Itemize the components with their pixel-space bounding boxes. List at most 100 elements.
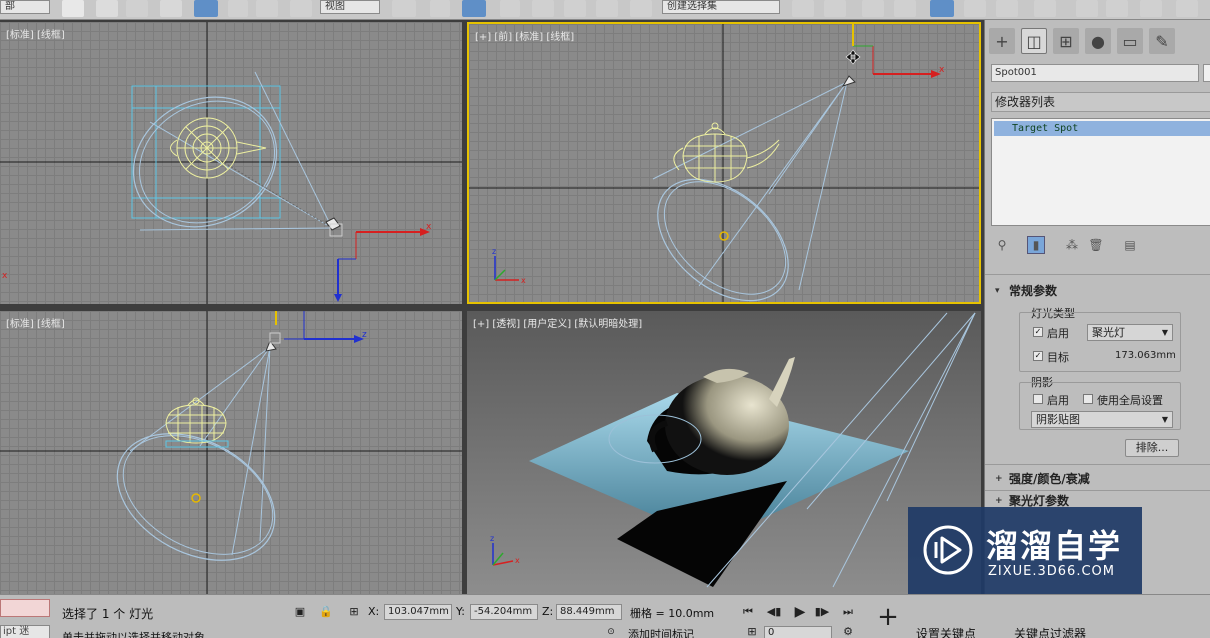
isolate-selection-icon[interactable]: ▣ (292, 604, 308, 620)
material-editor-icon[interactable] (1034, 0, 1056, 17)
select-scale-icon[interactable] (256, 0, 278, 17)
select-by-name-icon[interactable] (96, 0, 118, 17)
spinner-snap-icon[interactable] (596, 0, 618, 17)
render-setup-icon[interactable] (1076, 0, 1098, 17)
percent-snap-icon[interactable] (564, 0, 586, 17)
goto-start-icon[interactable]: ⏮ (740, 604, 756, 620)
z-coord-field[interactable]: 88.449mm (556, 604, 622, 620)
selection-filter-dropdown[interactable]: 部 (0, 0, 50, 14)
light-cone (806, 312, 976, 510)
select-move-icon[interactable] (194, 0, 218, 17)
object-color-swatch[interactable] (1203, 64, 1210, 82)
x-coord-field[interactable]: 103.047mm (384, 604, 452, 620)
axis-x-label: x (2, 271, 8, 281)
light-enable-checkbox[interactable]: ✓ (1033, 327, 1043, 337)
set-key-button[interactable]: 设置关键点 (916, 625, 976, 638)
modifier-list-dropdown[interactable]: 修改器列表 (991, 92, 1210, 112)
add-time-tag[interactable]: 添加时间标记 (628, 626, 694, 638)
rect-select-region-icon[interactable] (126, 0, 148, 17)
time-tag-icon[interactable]: ⊙ (604, 626, 618, 638)
reference-coordinate-dropdown[interactable]: 视图 (320, 0, 380, 14)
light-icon (841, 75, 856, 87)
place-icon[interactable] (290, 0, 312, 17)
viewport-front[interactable]: [+] [前] [标准] [线框] x z x (467, 22, 981, 304)
object-name-field[interactable]: Spot001 (991, 64, 1199, 82)
utilities-tab[interactable]: ✎ (1149, 28, 1175, 54)
target-distance: 173.063mm (1115, 350, 1176, 361)
maxscript-mini-field[interactable]: ipt 迷 (0, 625, 50, 638)
gizmo-x-label: x (426, 222, 432, 232)
select-object-icon[interactable] (62, 0, 84, 17)
curve-editor-icon[interactable] (964, 0, 986, 17)
window-crossing-icon[interactable] (160, 0, 182, 17)
make-unique-icon[interactable]: ⁂ (1063, 236, 1081, 254)
intensity-rollout[interactable]: + 强度/颜色/衰减 (991, 470, 1210, 488)
key-filters-button[interactable]: 关键点过滤器 (1014, 625, 1086, 638)
stack-item-target-spot[interactable]: Target Spot (994, 121, 1210, 136)
align-icon[interactable] (824, 0, 846, 17)
rendered-frame-icon[interactable] (1106, 0, 1128, 17)
view-axis-tripod: z x (490, 534, 520, 566)
y-coord-label: Y: (456, 605, 465, 618)
light-type-dropdown[interactable]: 聚光灯 ▼ (1087, 324, 1173, 341)
create-tab[interactable]: + (989, 28, 1015, 54)
snaps-toggle-icon[interactable] (500, 0, 520, 17)
time-config-icon[interactable]: ⚙ (840, 626, 856, 638)
key-mode-icon[interactable]: ⊞ (744, 626, 760, 638)
light-cone (798, 81, 848, 291)
watermark-url: ZIXUE.3D66.COM (988, 564, 1115, 579)
hierarchy-tab[interactable]: ⊞ (1053, 28, 1079, 54)
set-key-plus-icon[interactable]: + (874, 603, 902, 631)
rollout-title: 常规参数 (1009, 284, 1058, 298)
light-icon (269, 332, 281, 344)
maxscript-listener[interactable] (0, 599, 50, 617)
viewport-label[interactable]: [标准] [线框] (6, 26, 65, 41)
render-production-icon[interactable] (1140, 0, 1162, 17)
play-logo-icon (923, 525, 973, 575)
render-iterative-icon[interactable] (1176, 0, 1198, 17)
lock-icon[interactable]: 🔒 (318, 604, 334, 620)
motion-tab[interactable]: ● (1085, 28, 1111, 54)
named-selection-dropdown[interactable]: 创建选择集 (662, 0, 780, 14)
display-tab[interactable]: ▭ (1117, 28, 1143, 54)
teapot-wireframe (170, 117, 267, 179)
pin-stack-icon[interactable]: ⚲ (993, 236, 1011, 254)
viewport-left[interactable]: [标准] [线框] z (0, 311, 462, 594)
modify-tab[interactable]: ◫ (1021, 28, 1047, 54)
prev-frame-icon[interactable]: ◀▮ (766, 604, 782, 620)
general-parameters-rollout[interactable]: ▾ 常规参数 (991, 282, 1210, 300)
select-manipulate-icon[interactable] (430, 0, 450, 17)
shadow-enable-checkbox[interactable] (1033, 394, 1043, 404)
play-icon[interactable]: ▶ (792, 604, 808, 620)
modifier-stack[interactable]: Target Spot (991, 118, 1210, 226)
show-end-result-icon[interactable]: ▮ (1027, 236, 1045, 254)
viewport-perspective[interactable]: [+] [透视] [用户定义] [默认明暗处理] z x (467, 311, 981, 594)
next-frame-icon[interactable]: ▮▶ (814, 604, 830, 620)
shadow-type-dropdown[interactable]: 阴影贴图 ▼ (1031, 411, 1173, 428)
global-settings-checkbox[interactable] (1083, 394, 1093, 404)
angle-snap-icon[interactable] (532, 0, 554, 17)
scene-explorer-icon[interactable] (862, 0, 884, 17)
ribbon-toggle-icon[interactable] (930, 0, 954, 17)
layer-manager-icon[interactable] (894, 0, 916, 17)
selection-status: 选择了 1 个 灯光 (62, 607, 154, 621)
viewport-top[interactable]: [标准] [线框] x x (0, 22, 462, 304)
current-frame-field[interactable]: 0 (764, 626, 832, 638)
schematic-view-icon[interactable] (996, 0, 1018, 17)
select-rotate-icon[interactable] (228, 0, 248, 17)
goto-end-icon[interactable]: ⏭ (840, 604, 856, 620)
mirror-icon[interactable] (792, 0, 814, 17)
absolute-mode-icon[interactable]: ⊞ (346, 604, 362, 620)
target-checkbox[interactable]: ✓ (1033, 351, 1043, 361)
viewport-label[interactable]: [+] [透视] [用户定义] [默认明暗处理] (473, 315, 642, 330)
viewport-label[interactable]: [+] [前] [标准] [线框] (475, 28, 574, 43)
viewport-label[interactable]: [标准] [线框] (6, 315, 65, 330)
remove-modifier-icon[interactable]: 🗑 (1087, 236, 1105, 254)
y-coord-field[interactable]: -54.204mm (470, 604, 538, 620)
hierarchy-icon: ⊞ (1059, 31, 1073, 51)
edit-named-selection-icon[interactable] (630, 0, 652, 17)
exclude-button[interactable]: 排除... (1125, 439, 1179, 457)
configure-sets-icon[interactable]: ▤ (1121, 236, 1139, 254)
pivot-center-icon[interactable] (392, 0, 416, 17)
keyboard-shortcut-icon[interactable] (462, 0, 486, 17)
